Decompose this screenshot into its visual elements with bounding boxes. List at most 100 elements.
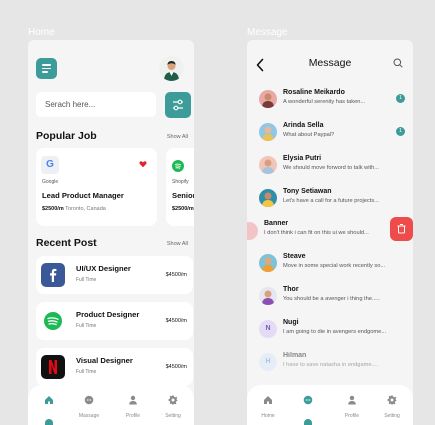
post-price: $4500/m: [165, 318, 187, 324]
recent-post-title: Recent Post: [36, 237, 97, 249]
unread-badge: 1: [396, 127, 405, 136]
nav-setting[interactable]: Setting: [156, 392, 190, 419]
avatar: [259, 90, 277, 108]
search-icon[interactable]: [393, 58, 403, 68]
popular-job-title: Popular Job: [36, 130, 97, 142]
home-icon: [45, 396, 53, 404]
list-item[interactable]: Tony Setiawan Let's have a call for a fu…: [247, 187, 413, 217]
list-item[interactable]: UI/UX Designer Full Time $4500/m: [36, 256, 193, 294]
job-title: Lead Product Manager: [42, 191, 124, 200]
message-sender: Arinda Sella: [283, 122, 324, 129]
message-sender: Thor: [283, 286, 299, 293]
avatar: N: [259, 320, 277, 338]
heart-icon[interactable]: [139, 160, 147, 168]
message-preview: A wonderful serenity has taken...: [283, 99, 366, 105]
avatar: [259, 156, 277, 174]
bottom-nav: Massage Profile Setting: [28, 385, 194, 425]
home-screen-label: Home: [28, 27, 55, 38]
home-screen: Serach here... Popular Job Show All G Go…: [28, 40, 194, 425]
job-card[interactable]: Shopify Senior U $2500/m: [166, 148, 194, 226]
message-sender: Elysia Putri: [283, 155, 322, 162]
message-sender: Tony Setiawan: [283, 188, 332, 195]
spotify-icon: [41, 309, 65, 333]
avatar: [247, 222, 258, 240]
list-item[interactable]: Elysia Putri We should move forword to t…: [247, 154, 413, 184]
filter-icon: [173, 99, 183, 111]
trash-icon: [397, 224, 406, 234]
shopify-icon: [172, 160, 184, 172]
bottom-nav: Home Profile Setting: [247, 385, 413, 425]
message-preview: I don't think i can fit on this ui we sh…: [264, 230, 369, 236]
active-indicator: [45, 419, 53, 425]
active-indicator: [304, 419, 312, 425]
post-type: Full Time: [76, 277, 97, 283]
list-item[interactable]: Arinda Sella What about Paypal? 1: [247, 121, 413, 151]
post-price: $4500/m: [165, 364, 187, 370]
list-item[interactable]: Steave Move in some special work recentl…: [247, 252, 413, 282]
post-price: $4500/m: [165, 272, 187, 278]
netflix-icon: [41, 355, 65, 379]
nav-setting[interactable]: Setting: [375, 392, 409, 419]
nav-profile[interactable]: Profile: [335, 392, 369, 419]
post-type: Full Time: [76, 369, 97, 375]
nav-profile[interactable]: Profile: [116, 392, 150, 419]
list-item[interactable]: Rosaline Meikardo A wonderful serenity h…: [247, 88, 413, 118]
avatar[interactable]: [159, 56, 184, 81]
job-company: Google: [42, 179, 59, 185]
nav-home[interactable]: [32, 392, 66, 413]
nav-massage[interactable]: Massage: [72, 392, 106, 419]
search-input[interactable]: Serach here...: [36, 92, 156, 117]
avatar: [259, 254, 277, 272]
list-item[interactable]: N Nugi I am going to die in avengers end…: [247, 318, 413, 348]
message-sender: Banner: [264, 220, 289, 227]
chat-icon: [303, 395, 313, 405]
list-item[interactable]: Visual Designer Full Time $4500/m: [36, 348, 193, 386]
filter-button[interactable]: [165, 92, 191, 118]
nav-message[interactable]: [291, 392, 325, 413]
list-item[interactable]: Thor You should be a avenger i thing the…: [247, 285, 413, 315]
user-icon: [348, 395, 356, 405]
gear-icon: [168, 395, 178, 405]
message-preview: I am going to die in avengers endgome...: [283, 329, 387, 335]
menu-button[interactable]: [36, 58, 57, 79]
message-preview: Let's have a call for a future projects.…: [283, 198, 379, 204]
avatar: [259, 189, 277, 207]
message-screen: Message Rosaline Meikardo A wonderful se…: [247, 40, 413, 425]
message-preview: We should move forword to talk with...: [283, 165, 379, 171]
job-title: Senior U: [172, 191, 194, 200]
post-title: Visual Designer: [76, 356, 133, 365]
message-sender: Steave: [283, 253, 306, 260]
message-preview: What about Paypal?: [283, 132, 335, 138]
list-item[interactable]: H Hilman I have to save natasha in endga…: [247, 351, 413, 381]
user-icon: [129, 395, 137, 405]
avatar: [259, 123, 277, 141]
menu-icon: [42, 64, 51, 66]
facebook-icon: [41, 263, 65, 287]
message-preview: Move in some special work recently so...: [283, 263, 386, 269]
popular-show-all-link[interactable]: Show All: [167, 134, 188, 140]
page-title: Message: [308, 57, 352, 69]
unread-badge: 1: [396, 94, 405, 103]
post-title: UI/UX Designer: [76, 264, 131, 273]
message-sender: Hilman: [283, 352, 307, 359]
message-sender: Nugi: [283, 319, 299, 326]
job-salary: $2500/m: [172, 206, 194, 212]
recent-show-all-link[interactable]: Show All: [167, 241, 188, 247]
avatar: [259, 287, 277, 305]
list-item[interactable]: Product Designer Full Time $4500/m: [36, 302, 193, 340]
home-icon: [264, 396, 272, 404]
job-company: Shopify: [172, 179, 189, 185]
delete-button[interactable]: [390, 217, 413, 241]
job-salary: $2500/m Toronto, Canada: [42, 206, 106, 212]
nav-home[interactable]: Home: [251, 392, 285, 419]
message-preview: I have to save natasha in endgame....: [283, 362, 378, 368]
message-screen-label: Message: [247, 27, 288, 38]
swiped-list-item[interactable]: Banner I don't think i can fit on this u…: [247, 216, 413, 246]
gear-icon: [387, 395, 397, 405]
google-icon: G: [41, 156, 59, 174]
avatar: H: [259, 353, 277, 371]
job-card[interactable]: G Google Lead Product Manager $2500/m To…: [36, 148, 157, 226]
chat-icon: [84, 395, 94, 405]
post-type: Full Time: [76, 323, 97, 329]
post-title: Product Designer: [76, 310, 140, 319]
